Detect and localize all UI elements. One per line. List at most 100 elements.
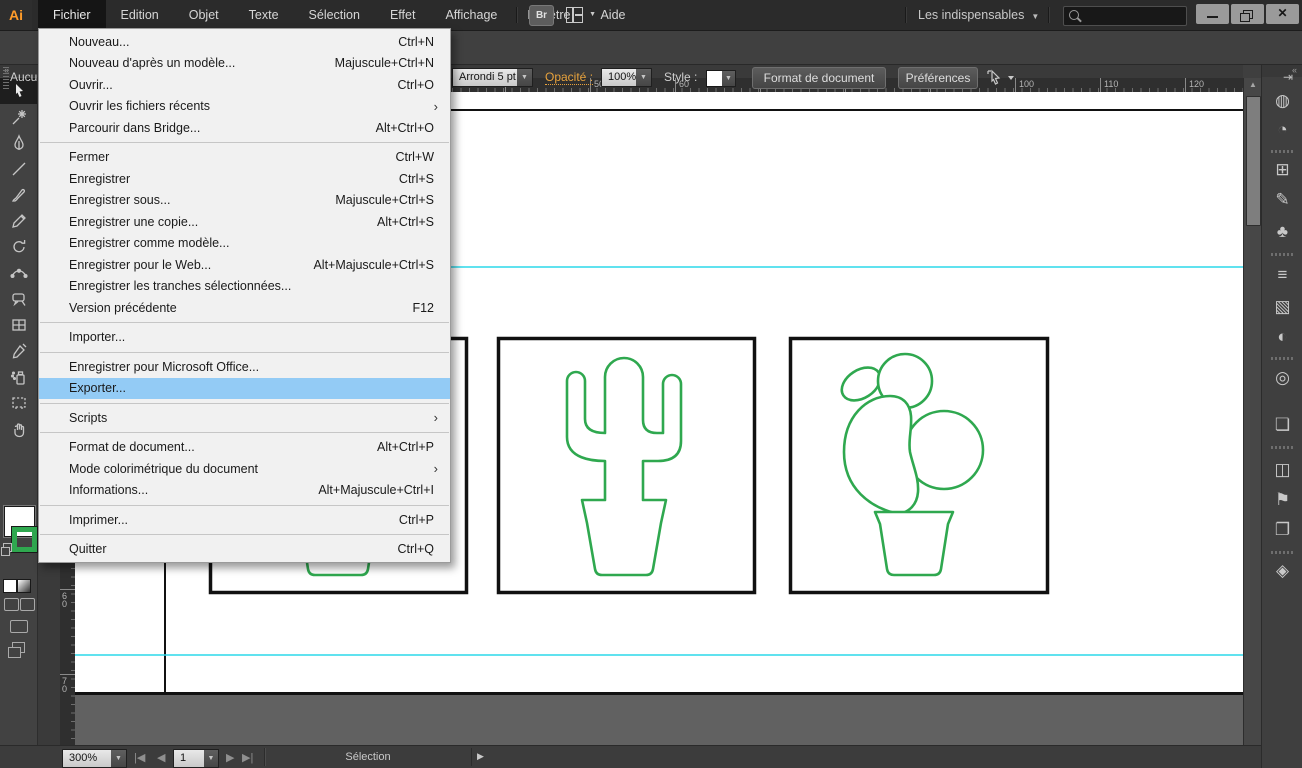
menu-selection[interactable]: Sélection	[294, 0, 375, 30]
brush-dropdown-button[interactable]: ▼	[517, 68, 533, 87]
paintbrush-tool[interactable]	[0, 182, 37, 208]
file-menu-item-enregistrer-comme-mode-le[interactable]: Enregistrer comme modèle...	[39, 233, 450, 255]
style-dropdown-button[interactable]: ▼	[722, 70, 736, 87]
panel-guide-des-couleurs-icon[interactable]: ◔	[1262, 119, 1302, 141]
control-bar-grip[interactable]	[3, 67, 9, 89]
screen-mode-button[interactable]	[10, 620, 28, 633]
draw-behind-button[interactable]	[20, 598, 35, 611]
artboard-tool[interactable]	[0, 390, 37, 416]
file-menu-item-exporter[interactable]: Exporter...	[39, 378, 450, 400]
status-field-arrow-icon[interactable]: ▶	[477, 751, 484, 762]
search-input[interactable]	[1063, 6, 1187, 26]
file-menu-item-enregistrer-les-tranches-se-lectionne-es[interactable]: Enregistrer les tranches sélectionnées..…	[39, 276, 450, 298]
change-screen-mode-icon[interactable]	[12, 642, 25, 653]
file-menu-item-format-de-document[interactable]: Format de document...Alt+Ctrl+P	[39, 437, 450, 459]
file-menu-item-fermer[interactable]: FermerCtrl+W	[39, 147, 450, 169]
file-menu-item-enregistrer[interactable]: EnregistrerCtrl+S	[39, 168, 450, 190]
panel-formes-icon[interactable]: ✎	[1262, 189, 1302, 211]
width-tool[interactable]	[0, 260, 37, 286]
dock-grip[interactable]	[1271, 551, 1294, 554]
file-menu-item-mode-colorime-trique-du-document[interactable]: Mode colorimétrique du document›	[39, 458, 450, 480]
menu-objet[interactable]: Objet	[174, 0, 234, 30]
panel-toggle-icon[interactable]: ⇥	[1283, 70, 1293, 84]
panel-plans-de-travail-icon[interactable]: ◫	[1262, 459, 1302, 481]
file-menu-item-nouveau[interactable]: Nouveau...Ctrl+N	[39, 31, 450, 53]
file-menu-item-ouvrir[interactable]: Ouvrir...Ctrl+O	[39, 74, 450, 96]
panel-couleur-icon[interactable]: ◍	[1262, 90, 1302, 112]
file-menu-item-informations[interactable]: Informations...Alt+Majuscule+Ctrl+I	[39, 480, 450, 502]
minimize-button[interactable]	[1196, 4, 1229, 24]
panel-transparence-icon[interactable]: ◐	[1262, 326, 1302, 348]
dock-grip[interactable]	[1271, 150, 1294, 153]
file-menu-item-enregistrer-pour-microsoft-office[interactable]: Enregistrer pour Microsoft Office...	[39, 356, 450, 378]
mesh-tool[interactable]	[0, 312, 37, 338]
opacity-dropdown-button[interactable]: ▼	[636, 68, 652, 87]
hand-tool[interactable]	[0, 416, 37, 442]
first-artboard-icon[interactable]: |◀	[134, 751, 145, 764]
pencil-tool[interactable]	[0, 208, 37, 234]
prev-artboard-icon[interactable]: ◀	[157, 751, 165, 764]
bridge-button[interactable]: Br	[529, 5, 554, 26]
line-segment-tool[interactable]	[0, 156, 37, 182]
panel-nuancier-icon[interactable]: ⊞	[1262, 159, 1302, 181]
shape-builder-tool[interactable]	[0, 286, 37, 312]
panel-symboles-icon[interactable]: ♣	[1262, 221, 1302, 243]
stroke-color-swatch[interactable]	[12, 527, 37, 552]
brush-definition-field[interactable]: Arrondi 5 pt	[452, 68, 524, 87]
opacity-link[interactable]: Opacité :	[545, 70, 593, 85]
vertical-scrollbar[interactable]: ▲ ▼	[1243, 78, 1262, 768]
magic-wand-tool[interactable]	[0, 104, 37, 130]
menu-texte[interactable]: Texte	[234, 0, 294, 30]
file-menu-item-enregistrer-pour-le-web[interactable]: Enregistrer pour le Web...Alt+Majuscule+…	[39, 254, 450, 276]
file-menu-item-scripts[interactable]: Scripts›	[39, 407, 450, 429]
file-menu-item-version-pre-ce-dente[interactable]: Version précédenteF12	[39, 297, 450, 319]
panel-pathfinder-icon[interactable]: ❐	[1262, 519, 1302, 541]
dock-grip[interactable]	[1271, 253, 1294, 256]
eyedropper-tool[interactable]	[0, 338, 37, 364]
file-menu-item-ouvrir-les-fichiers-re-cents[interactable]: Ouvrir les fichiers récents›	[39, 96, 450, 118]
swap-fill-stroke-icon[interactable]	[3, 543, 12, 552]
last-artboard-icon[interactable]: ▶|	[242, 751, 253, 764]
file-menu-item-importer[interactable]: Importer...	[39, 327, 450, 349]
dock-collapse-button[interactable]: «	[1262, 64, 1302, 77]
panel-contour-icon[interactable]: ≡	[1262, 264, 1302, 286]
menu-fichier[interactable]: Fichier	[38, 0, 106, 30]
zoom-level-field[interactable]: 300%	[62, 749, 118, 768]
status-field[interactable]: Sélection	[264, 748, 472, 766]
menu-edition[interactable]: Edition	[106, 0, 174, 30]
file-menu-item-enregistrer-sous[interactable]: Enregistrer sous...Majuscule+Ctrl+S	[39, 190, 450, 212]
vertical-scroll-thumb[interactable]	[1246, 96, 1261, 226]
next-artboard-icon[interactable]: ▶	[226, 751, 234, 764]
menu-effet[interactable]: Effet	[375, 0, 430, 30]
close-button[interactable]: ✕	[1266, 4, 1299, 24]
dock-grip[interactable]	[1271, 446, 1294, 449]
menu-affichage[interactable]: Affichage	[430, 0, 512, 30]
gradient-mode-button[interactable]	[17, 579, 31, 593]
pen-tool[interactable]	[0, 130, 37, 156]
file-menu-item-nouveau-d-apre-s-un-mode-le[interactable]: Nouveau d'après un modèle...Majuscule+Ct…	[39, 53, 450, 75]
panel-styles-graphiques-icon[interactable]: ❏	[1262, 414, 1302, 436]
artboard-dropdown-button[interactable]: ▼	[204, 749, 219, 768]
file-menu-item-enregistrer-une-copie[interactable]: Enregistrer une copie...Alt+Ctrl+S	[39, 211, 450, 233]
restore-button[interactable]	[1231, 4, 1264, 24]
arrange-documents-button[interactable]: ▼	[566, 6, 596, 24]
dock-grip[interactable]	[1271, 357, 1294, 360]
file-menu-item-parcourir-dans-bridge[interactable]: Parcourir dans Bridge...Alt+Ctrl+O	[39, 117, 450, 139]
scroll-up-icon[interactable]: ▲	[1244, 80, 1262, 89]
panel-alignement-icon[interactable]: ⚑	[1262, 489, 1302, 511]
panel-degrade-icon[interactable]: ▧	[1262, 296, 1302, 318]
isolate-selection-icon[interactable]	[986, 69, 1016, 86]
file-menu-item-imprimer[interactable]: Imprimer...Ctrl+P	[39, 509, 450, 531]
file-menu-item-quitter[interactable]: QuitterCtrl+Q	[39, 539, 450, 561]
draw-normal-button[interactable]	[4, 598, 19, 611]
style-swatch[interactable]	[706, 70, 723, 87]
zoom-dropdown-button[interactable]: ▼	[111, 749, 127, 768]
color-mode-button[interactable]	[3, 579, 17, 593]
panel-aspect-icon[interactable]: ◎	[1262, 367, 1302, 389]
symbol-sprayer-tool[interactable]	[0, 364, 37, 390]
workspace-switcher[interactable]: Les indispensables▼	[918, 0, 1039, 30]
rotate-tool[interactable]	[0, 234, 37, 260]
panel-calques-icon[interactable]: ◈	[1262, 560, 1302, 582]
document-setup-button[interactable]: Format de document	[752, 67, 886, 89]
preferences-button[interactable]: Préférences	[898, 67, 978, 89]
